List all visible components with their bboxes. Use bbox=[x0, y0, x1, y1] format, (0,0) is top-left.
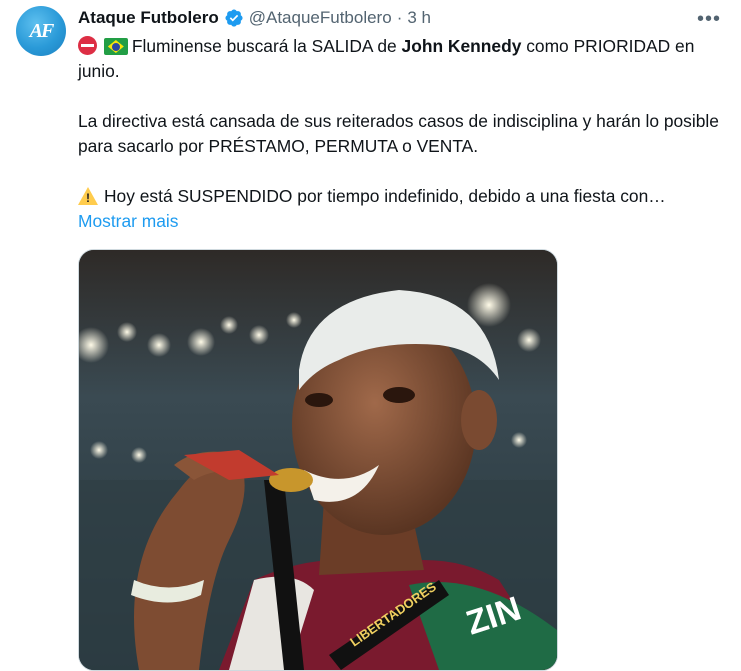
no-entry-icon bbox=[78, 36, 97, 55]
tweet-text: Fluminense buscará la SALIDA de John Ken… bbox=[78, 34, 728, 234]
avatar-logo: AF bbox=[29, 19, 55, 42]
verified-badge-icon bbox=[225, 9, 243, 27]
timestamp[interactable]: 3 h bbox=[407, 8, 431, 28]
tweet-paragraph-2: La directiva está cansada de sus reitera… bbox=[78, 111, 719, 156]
author-name[interactable]: Ataque Futbolero bbox=[78, 8, 219, 28]
author-handle[interactable]: @AtaqueFutbolero bbox=[249, 8, 392, 28]
show-more-link[interactable]: Mostrar mais bbox=[78, 211, 179, 231]
warning-icon bbox=[78, 187, 98, 205]
brazil-flag-icon bbox=[103, 38, 128, 55]
player-photo: ZIN LIBERTADORES bbox=[79, 250, 557, 670]
separator-dot: · bbox=[396, 8, 403, 27]
tweet-header: Ataque Futbolero @AtaqueFutbolero · 3 h bbox=[78, 8, 431, 28]
tweet-paragraph-3: Hoy está SUSPENDIDO por tiempo indefinid… bbox=[78, 184, 728, 209]
avatar[interactable]: AF bbox=[16, 6, 66, 56]
tweet-paragraph-1: Fluminense buscará la SALIDA de John Ken… bbox=[78, 36, 695, 81]
mention-name: John Kennedy bbox=[401, 36, 522, 56]
tweet[interactable]: AF Ataque Futbolero @AtaqueFutbolero · 3… bbox=[0, 0, 741, 671]
more-horizontal-icon[interactable]: ••• bbox=[697, 8, 721, 31]
tweet-image[interactable]: ZIN LIBERTADORES bbox=[78, 249, 558, 671]
